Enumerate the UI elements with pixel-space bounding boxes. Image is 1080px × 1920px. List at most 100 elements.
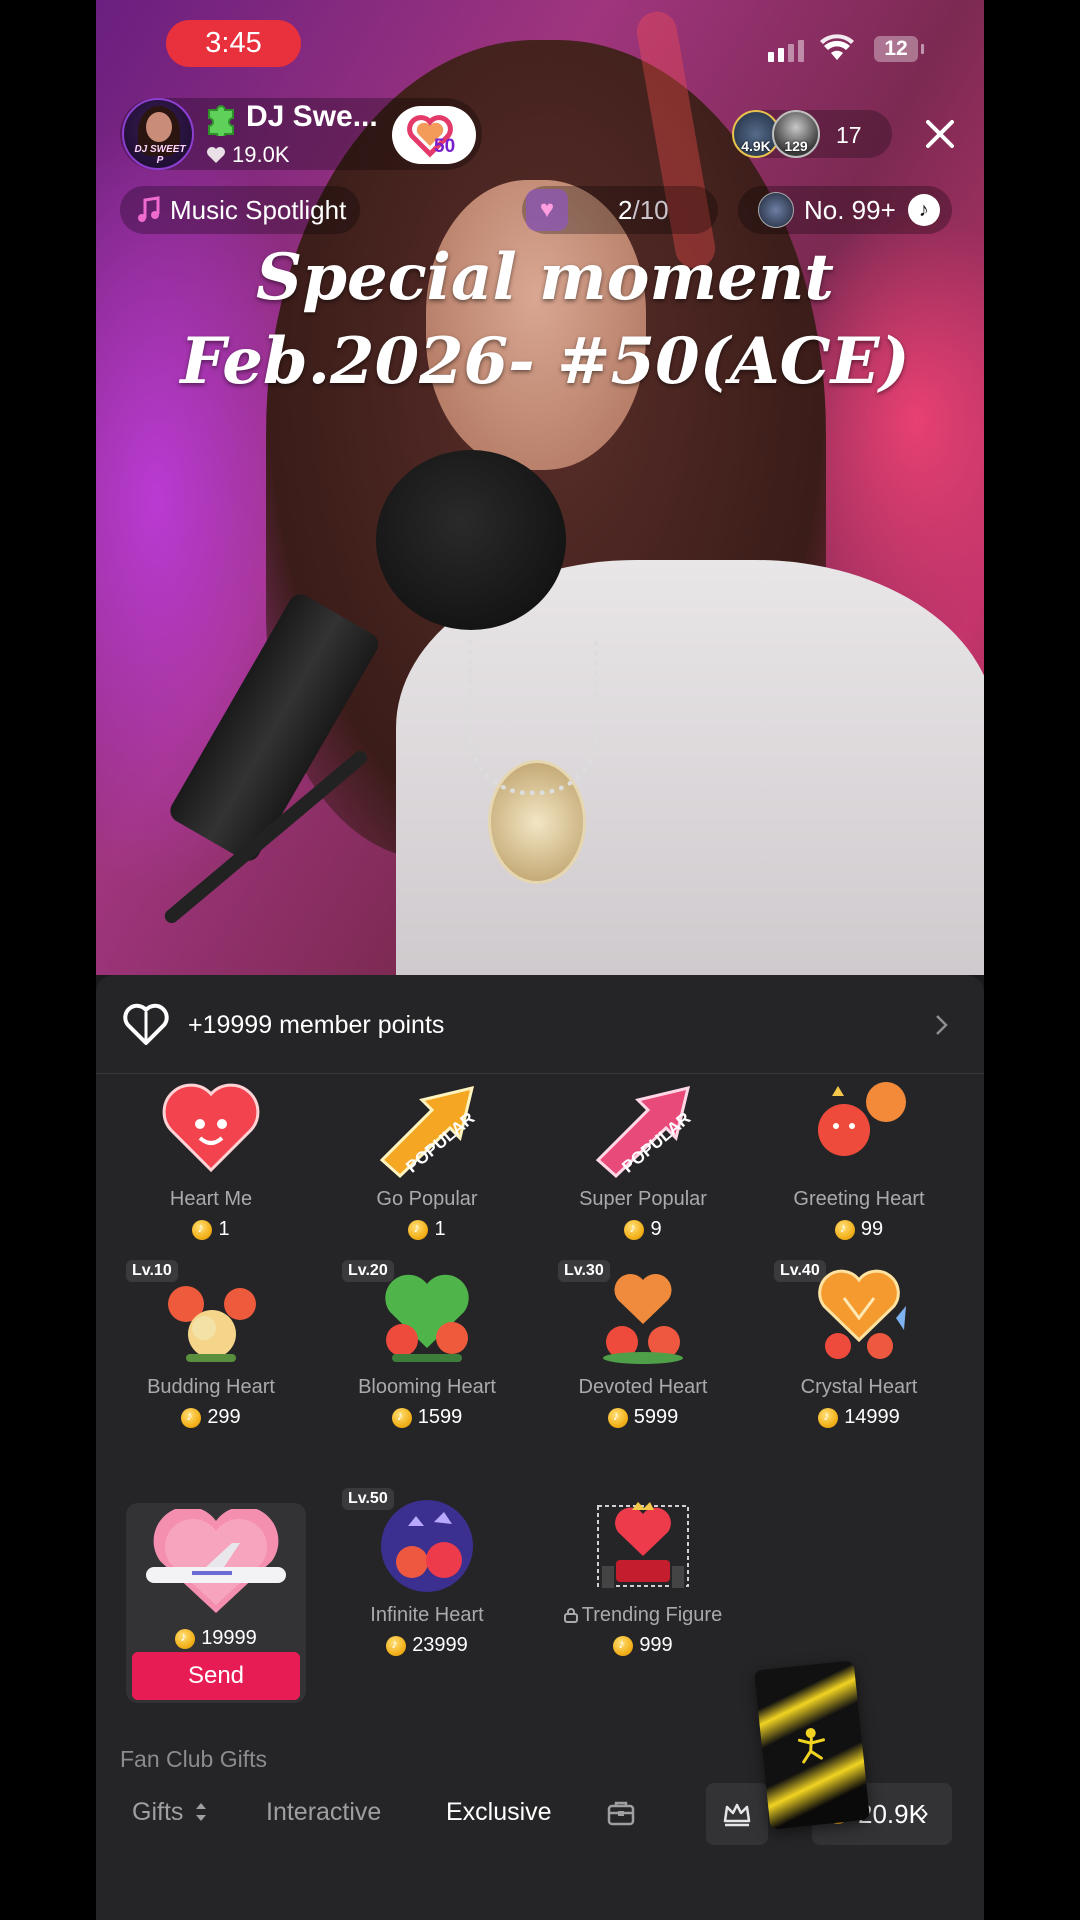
subscriber-crown-button[interactable] <box>706 1783 768 1845</box>
gift-name: Heart Me <box>169 1188 253 1210</box>
coin-icon <box>818 1407 839 1428</box>
treasure-chest-icon[interactable] <box>606 1798 636 1828</box>
top-viewer-1-score: 4.9K <box>741 138 771 154</box>
gift-name: Greeting Heart <box>793 1188 925 1210</box>
fan-club-badge[interactable]: 50 <box>392 106 476 164</box>
coin-icon <box>613 1635 634 1656</box>
tiktok-icon: ♪ <box>907 194 940 226</box>
crown-icon <box>723 1803 751 1827</box>
hourly-rank-chip[interactable]: No. 99+ ♪ <box>738 186 952 234</box>
tab-exclusive[interactable]: Exclusive <box>446 1798 552 1827</box>
gift-price-value: 1599 <box>417 1406 463 1428</box>
gift-price: 1599 <box>327 1406 527 1429</box>
wifi-icon <box>820 34 854 60</box>
greeting-heart-gift-icon <box>818 1082 906 1156</box>
video-chain <box>468 640 598 795</box>
gift-name: Go Popular <box>376 1188 478 1210</box>
budding-heart-gift-icon <box>168 1286 256 1362</box>
blooming-heart-gift-icon <box>385 1274 469 1362</box>
live-stream-screen: 3:45 12 DJ SWEET P DJ Swe... 19.0K 50 4.… <box>96 0 984 1920</box>
gift-price-value: 999 <box>639 1634 673 1656</box>
gift-price: 299 <box>111 1406 311 1429</box>
lock-icon <box>563 1608 578 1623</box>
gift-price: 999 <box>543 1634 743 1657</box>
tab-gifts[interactable]: Gifts <box>132 1798 208 1827</box>
tab-interactive[interactable]: Interactive <box>266 1798 381 1827</box>
coin-icon <box>624 1219 645 1240</box>
gift-name-text: Trending Figure <box>581 1604 723 1626</box>
host-likes: 19.0K <box>206 142 290 168</box>
gift-name: Budding Heart <box>147 1376 275 1398</box>
gift-price-value: 23999 <box>412 1634 468 1656</box>
caption-line-1: Special moment <box>256 240 834 315</box>
music-spotlight-chip[interactable]: Music Spotlight <box>120 186 360 234</box>
coin-icon <box>175 1628 196 1649</box>
gift-price-value: 14999 <box>844 1406 900 1428</box>
send-button[interactable]: Send <box>132 1652 300 1700</box>
gift-name: Devoted Heart <box>578 1376 708 1398</box>
gift-budding-heart[interactable]: Lv.10 Budding Heart 299 <box>111 1260 311 1448</box>
fan-level: 50 <box>434 136 456 157</box>
signal-icon <box>768 40 804 62</box>
gift-price-value: 9 <box>650 1218 662 1240</box>
gift-greeting-heart[interactable]: Greeting Heart 99 <box>759 1080 959 1260</box>
video-microphone <box>376 450 566 630</box>
gift-super-popular[interactable]: POPULAR Super Popular 9 <box>543 1080 743 1260</box>
gift-devoted-heart[interactable]: Lv.30 Devoted Heart 5999 <box>543 1260 743 1448</box>
gift-price: 1 <box>327 1218 527 1241</box>
rank-number: No. 99+ <box>804 194 896 225</box>
infinite-heart-gift-icon <box>381 1500 473 1592</box>
gift-go-popular[interactable]: POPULAR Go Popular 1 <box>327 1080 527 1260</box>
host-avatar[interactable]: DJ SWEET P <box>122 98 194 170</box>
gift-infinite-heart[interactable]: Lv.50 Infinite Heart 23999 <box>327 1488 527 1676</box>
rank-badge-icon <box>758 192 794 228</box>
trending-figure-gift-icon <box>597 1502 689 1588</box>
gift-price-value: 99 <box>860 1218 884 1240</box>
sort-arrows-icon <box>196 1803 207 1821</box>
gift-price-value: 1 <box>218 1218 230 1240</box>
battery-indicator: 12 <box>874 36 924 62</box>
floating-promo-card[interactable] <box>753 1660 871 1830</box>
gift-trending-figure[interactable]: Trending Figure 999 <box>543 1496 743 1676</box>
heart-plane-gift-icon <box>146 1509 286 1613</box>
heart-me-gift-icon <box>162 1083 260 1173</box>
ranking-chip[interactable]: ♥ 2 /10 <box>522 186 718 234</box>
caption-line-2: Feb.2026- #50(ACE) <box>180 324 910 399</box>
chevron-right-icon: › <box>920 1797 929 1827</box>
gift-price: 5999 <box>543 1406 743 1429</box>
gift-crystal-heart[interactable]: Lv.40 Crystal Heart 14999 <box>759 1260 959 1448</box>
viewer-count[interactable]: 17 <box>836 122 862 149</box>
member-points-bar[interactable]: +19999 member points <box>96 975 984 1074</box>
super-popular-gift-icon: POPULAR <box>595 1085 694 1179</box>
music-spotlight-label: Music Spotlight <box>170 194 347 225</box>
gift-price: 9 <box>543 1218 743 1241</box>
music-note-icon <box>138 196 160 222</box>
likes-count: 19.0K <box>232 142 290 167</box>
gift-price: 23999 <box>327 1634 527 1657</box>
gift-price: 14999 <box>759 1406 959 1429</box>
member-points-text: +19999 member points <box>188 1011 445 1039</box>
gift-name: Trending Figure <box>543 1604 743 1627</box>
gift-blooming-heart[interactable]: Lv.20 Blooming Heart 1599 <box>327 1260 527 1448</box>
heart-icon <box>207 147 225 163</box>
coin-icon <box>834 1219 855 1240</box>
gift-name: Crystal Heart <box>800 1376 918 1398</box>
crystal-heart-gift-icon <box>818 1269 906 1359</box>
top-viewer-avatar-2[interactable]: 129 <box>772 110 820 158</box>
gift-price-value: 1 <box>434 1218 446 1240</box>
host-name[interactable]: DJ Swe... <box>246 100 378 134</box>
gift-heart-me[interactable]: Heart Me 1 <box>111 1080 311 1260</box>
rank-current: 2 <box>618 194 633 225</box>
coin-icon <box>181 1407 202 1428</box>
live-video[interactable]: 3:45 12 DJ SWEET P DJ Swe... 19.0K 50 4.… <box>96 0 984 975</box>
gift-name: Super Popular <box>579 1188 707 1210</box>
gift-price-value: 5999 <box>633 1406 679 1428</box>
gift-price: 19999 <box>126 1627 306 1650</box>
ranking-icon: ♥ <box>526 189 568 231</box>
fan-club-gifts-heading: Fan Club Gifts <box>120 1746 267 1772</box>
close-icon[interactable] <box>922 116 958 152</box>
go-popular-gift-icon: POPULAR <box>379 1085 478 1179</box>
dancing-figure-icon <box>797 1728 826 1764</box>
member-heart-icon <box>123 1003 169 1045</box>
coin-icon <box>386 1635 407 1656</box>
